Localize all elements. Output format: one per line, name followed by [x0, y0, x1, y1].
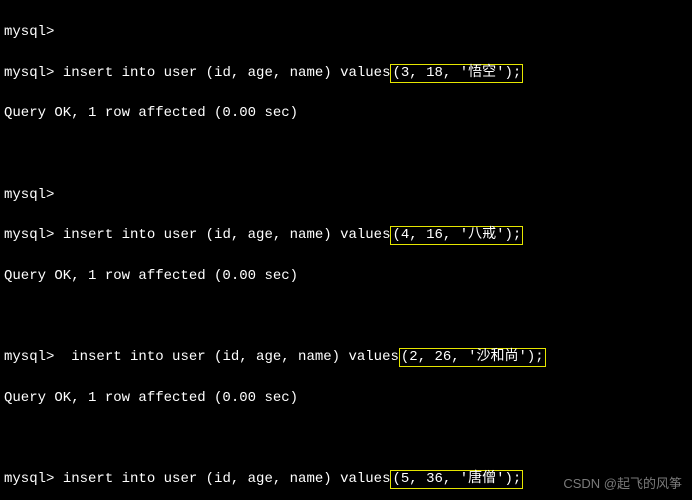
insert-line-2: mysql> insert into user (id, age, name) …: [4, 225, 688, 245]
insert-line-4: mysql> insert into user (id, age, name) …: [4, 469, 688, 489]
result-line-3: Query OK, 1 row affected (0.00 sec): [4, 388, 688, 408]
mysql-prompt: mysql>: [4, 24, 54, 40]
insert-line-1: mysql> insert into user (id, age, name) …: [4, 63, 688, 83]
insert-line-3: mysql> insert into user (id, age, name) …: [4, 347, 688, 367]
highlight-values-1: (3, 18, '悟空');: [390, 64, 523, 83]
result-line-1: Query OK, 1 row affected (0.00 sec): [4, 103, 688, 123]
result-line-2: Query OK, 1 row affected (0.00 sec): [4, 266, 688, 286]
terminal-output: mysql> mysql> insert into user (id, age,…: [0, 0, 692, 500]
highlight-values-2: (4, 16, '八戒');: [390, 226, 523, 245]
highlight-values-3: (2, 26, '沙和尚');: [399, 348, 546, 367]
mysql-prompt: mysql>: [4, 187, 54, 203]
highlight-values-4: (5, 36, '唐僧');: [390, 470, 523, 489]
